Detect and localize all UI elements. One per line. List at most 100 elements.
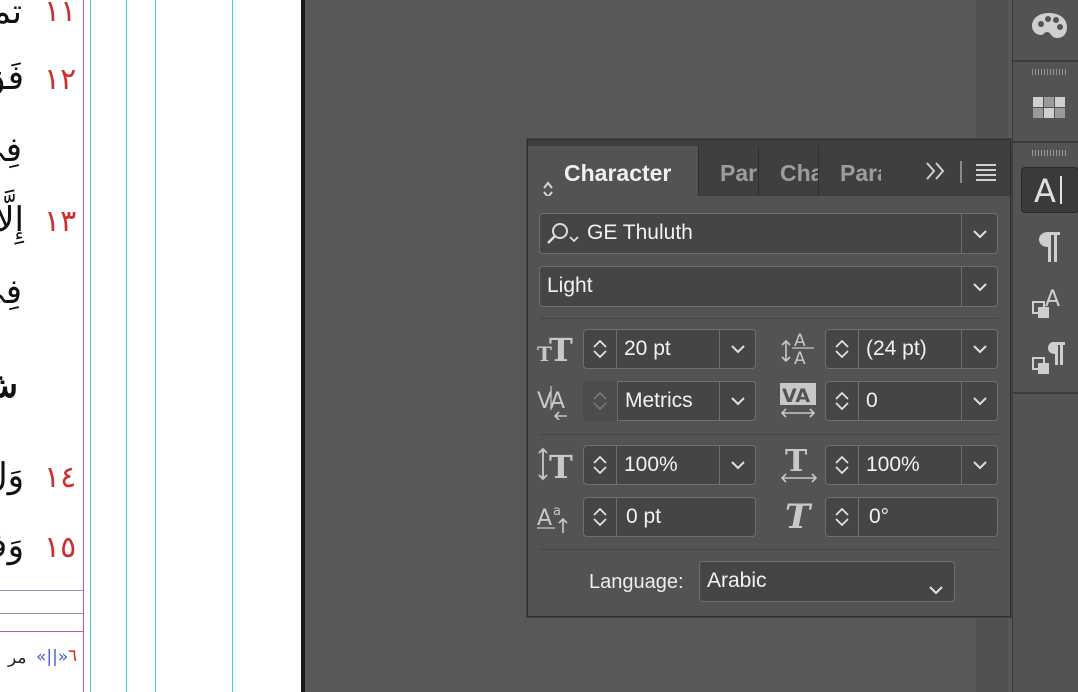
svg-text:A: A xyxy=(1034,172,1056,208)
font-style-value: Light xyxy=(547,274,593,297)
tab-character-styles[interactable]: Cha xyxy=(759,146,818,196)
dock-separator xyxy=(1013,60,1078,62)
footnote-number: ٦ xyxy=(68,646,78,666)
verse-number: ١٤ xyxy=(44,460,77,495)
kerning-value: Metrics xyxy=(625,389,693,412)
arabic-text-line: فَقَ xyxy=(0,58,24,98)
svg-text:VA: VA xyxy=(782,385,810,407)
dock-grip[interactable] xyxy=(1032,69,1068,75)
svg-text:T: T xyxy=(549,448,573,481)
tab-paragraph-styles[interactable]: Para xyxy=(819,146,881,196)
more-tabs-icon[interactable] xyxy=(924,160,948,187)
horizontal-scale-field[interactable]: 100% xyxy=(859,445,998,485)
horizontal-scale-stepper[interactable] xyxy=(825,445,859,485)
tracking-icon: VA xyxy=(778,381,818,423)
footnote-rule xyxy=(0,590,83,591)
swatches-icon[interactable] xyxy=(1021,86,1077,130)
font-size-field[interactable]: 20 pt xyxy=(617,329,756,369)
chevron-down-icon[interactable] xyxy=(961,330,997,368)
character-styles-icon[interactable]: A xyxy=(1021,280,1077,324)
footnote-text: مر xyxy=(8,648,27,668)
verse-number: ١١ xyxy=(44,0,77,29)
svg-text:T: T xyxy=(785,497,813,534)
svg-text:T: T xyxy=(785,445,808,479)
kerning-stepper[interactable] xyxy=(583,381,617,421)
paragraph-styles-icon[interactable] xyxy=(1021,336,1077,380)
leading-icon: AA xyxy=(780,329,818,371)
panel-menu-icon[interactable] xyxy=(975,163,997,186)
arabic-text-line: إِلَّا xyxy=(0,200,24,240)
language-value: Arabic xyxy=(707,569,767,592)
section-divider xyxy=(540,434,998,435)
search-icon xyxy=(545,222,579,252)
column-guide xyxy=(126,0,127,692)
column-guide xyxy=(232,0,233,692)
font-family-value: GE Thuluth xyxy=(587,221,693,244)
baseline-shift-field[interactable]: 0 pt xyxy=(617,497,756,537)
chevron-down-icon[interactable] xyxy=(719,382,755,420)
dock-separator xyxy=(1013,141,1078,143)
tab-character[interactable]: Character xyxy=(528,146,698,196)
font-family-field[interactable]: GE Thuluth xyxy=(539,213,998,254)
tab-label: Par xyxy=(720,160,758,186)
panel-tab-bar: Character Par Cha Para xyxy=(528,146,1010,196)
collapse-arrows-icon[interactable] xyxy=(542,164,554,196)
font-size-value: 20 pt xyxy=(624,337,671,360)
verse-number: ١٢ xyxy=(44,62,77,97)
section-divider xyxy=(540,549,998,550)
dock-separator xyxy=(1013,392,1078,394)
baseline-shift-icon: Aa xyxy=(537,501,575,539)
kerning-icon: VA xyxy=(537,384,575,424)
tab-paragraph[interactable]: Par xyxy=(699,146,758,196)
column-guide xyxy=(90,0,91,692)
baseline-shift-stepper[interactable] xyxy=(583,497,617,537)
arabic-text-line: فِيَ xyxy=(0,130,22,170)
document-page[interactable]: تم فَقَ فِيَ إِلَّا فِيَ شِ وَلَ وَفُ ١١… xyxy=(0,0,302,692)
language-select[interactable]: Arabic xyxy=(699,561,955,602)
character-icon[interactable]: A xyxy=(1021,167,1078,213)
arabic-text-line: وَفُ xyxy=(0,526,24,566)
tab-label: Cha xyxy=(780,160,818,186)
arabic-text-line: وَلَ xyxy=(0,456,24,496)
tracking-value: 0 xyxy=(866,389,878,412)
chevron-down-icon[interactable] xyxy=(928,577,944,601)
vertical-scale-value: 100% xyxy=(624,453,678,476)
leading-field[interactable]: (24 pt) xyxy=(859,329,998,369)
dock-grip[interactable] xyxy=(1032,150,1068,156)
footnote-marker: «||» xyxy=(36,647,69,667)
tracking-field[interactable]: 0 xyxy=(859,381,998,421)
tracking-stepper[interactable] xyxy=(825,381,859,421)
footnote-rule xyxy=(0,613,83,614)
page-edge xyxy=(301,0,305,692)
chevron-down-icon[interactable] xyxy=(961,382,997,420)
verse-number: ١٣ xyxy=(44,204,77,239)
skew-stepper[interactable] xyxy=(825,497,859,537)
svg-text:A: A xyxy=(550,389,565,414)
font-size-stepper[interactable] xyxy=(583,329,617,369)
tab-label: Character xyxy=(564,160,672,186)
kerning-field[interactable]: Metrics xyxy=(617,381,756,421)
svg-text:a: a xyxy=(553,504,561,519)
arabic-text-line: فِيَ xyxy=(0,272,22,312)
svg-text:A: A xyxy=(794,349,806,367)
section-divider xyxy=(540,318,998,319)
chevron-down-icon[interactable] xyxy=(719,330,755,368)
chevron-down-icon[interactable] xyxy=(719,446,755,484)
vertical-scale-stepper[interactable] xyxy=(583,445,617,485)
skew-field[interactable]: 0° xyxy=(859,497,998,537)
skew-value: 0° xyxy=(869,505,890,528)
margin-guide xyxy=(83,0,84,692)
paragraph-icon[interactable] xyxy=(1021,224,1077,268)
chevron-down-icon[interactable] xyxy=(961,267,997,306)
tab-label: Para xyxy=(840,160,881,186)
language-label: Language: xyxy=(589,571,684,593)
vertical-scale-icon: T xyxy=(537,447,575,486)
font-size-icon: TT xyxy=(537,331,575,369)
chevron-down-icon[interactable] xyxy=(961,446,997,484)
leading-stepper[interactable] xyxy=(825,329,859,369)
vertical-scale-field[interactable]: 100% xyxy=(617,445,756,485)
chevron-down-icon[interactable] xyxy=(961,214,997,253)
horizontal-scale-value: 100% xyxy=(866,453,920,476)
font-style-field[interactable]: Light xyxy=(539,266,998,307)
palette-icon[interactable] xyxy=(1021,4,1077,48)
